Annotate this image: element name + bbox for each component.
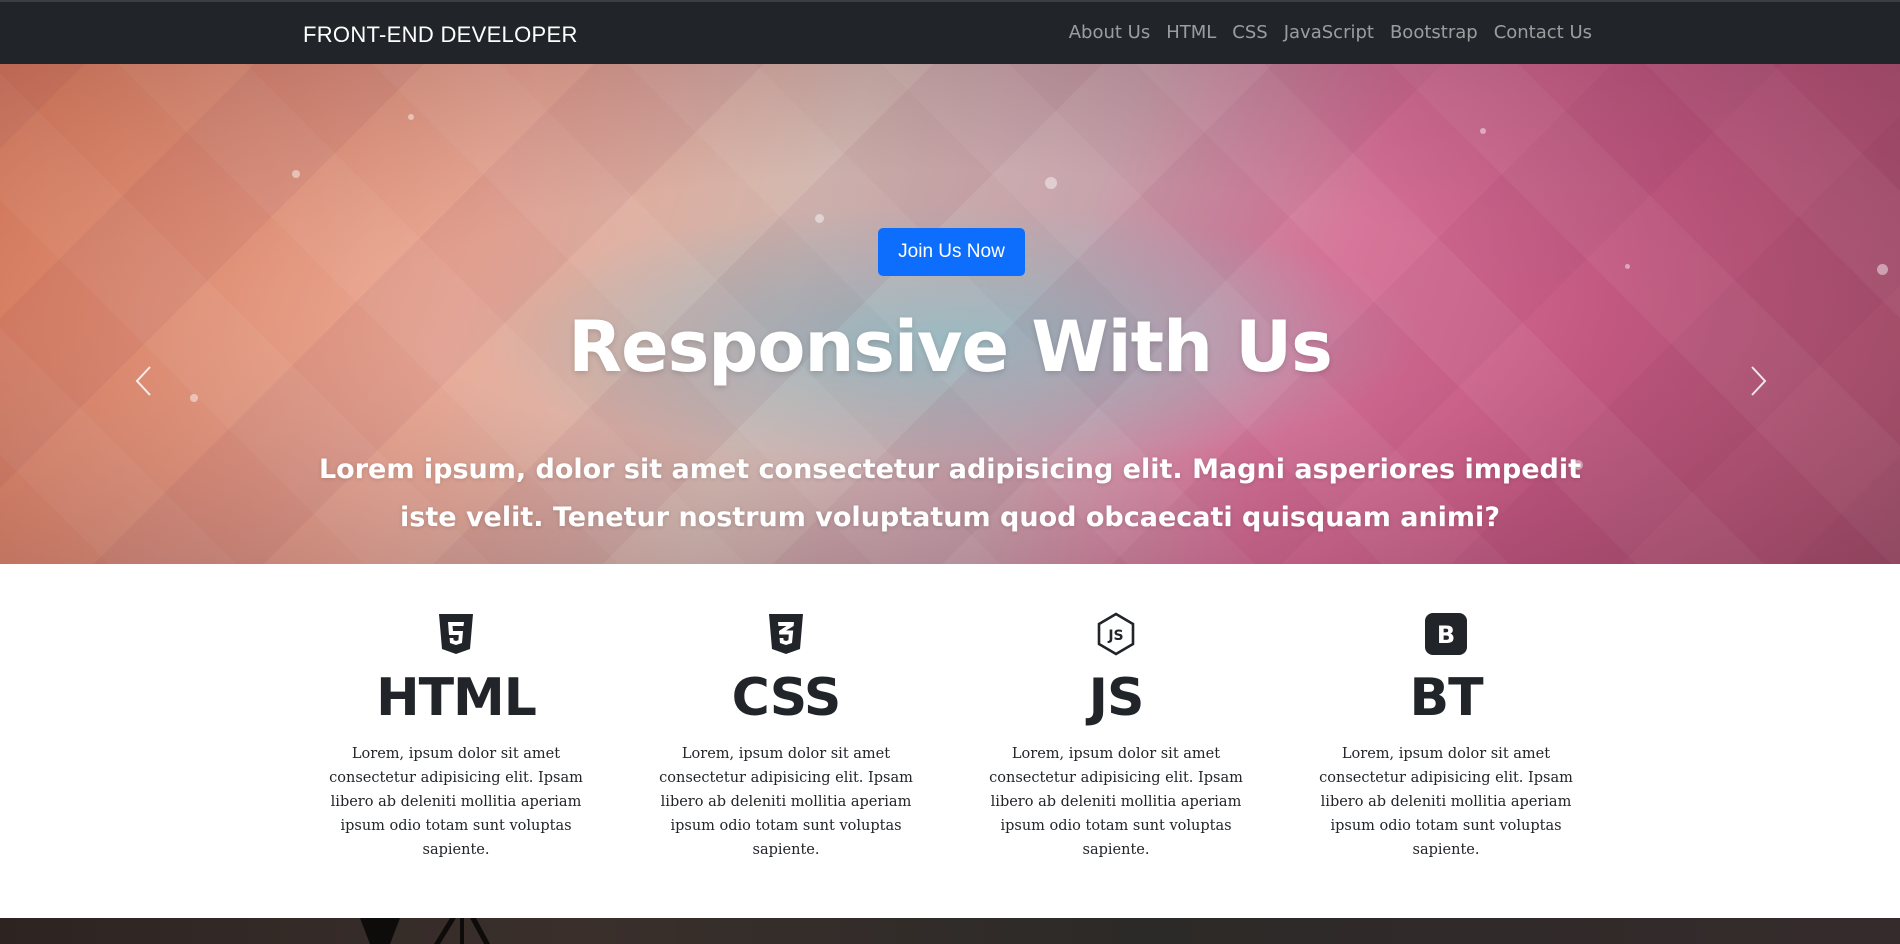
feature-description: Lorem, ipsum dolor sit amet consectetur … — [989, 746, 1243, 858]
next-section-preview — [0, 918, 1900, 944]
nodejs-icon: JS — [1094, 612, 1138, 656]
navbar-brand[interactable]: FRONT-END DEVELOPER — [303, 22, 578, 48]
feature-description: Lorem, ipsum dolor sit amet consectetur … — [329, 746, 583, 858]
bokeh-dot — [408, 114, 414, 120]
feature-title: HTML — [376, 668, 537, 728]
nav-link-html[interactable]: HTML — [1166, 22, 1216, 43]
bokeh-dot — [1625, 264, 1630, 269]
carousel-next-button[interactable] — [1746, 364, 1770, 398]
nav-link-bootstrap[interactable]: Bootstrap — [1390, 22, 1478, 43]
chevron-right-icon — [1746, 366, 1770, 402]
svg-text:JS: JS — [1107, 628, 1123, 644]
nav-link-contact-us[interactable]: Contact Us — [1494, 22, 1592, 43]
hero-description: Lorem ipsum, dolor sit amet consectetur … — [318, 454, 1582, 533]
nav-link-css[interactable]: CSS — [1232, 22, 1267, 43]
nav-link-about-us[interactable]: About Us — [1069, 22, 1151, 43]
bokeh-dot — [1877, 264, 1888, 275]
chevron-left-icon — [132, 366, 156, 402]
feature-title: BT — [1409, 668, 1483, 728]
feature-title: JS — [1088, 668, 1145, 728]
bokeh-dot — [815, 214, 824, 223]
svg-text:B: B — [1437, 621, 1455, 649]
nav-links: About Us HTML CSS JavaScript Bootstrap C… — [1069, 22, 1592, 43]
feature-title: CSS — [731, 668, 842, 728]
navbar: FRONT-END DEVELOPER About Us HTML CSS Ja… — [0, 0, 1900, 64]
bokeh-dot — [1480, 128, 1486, 134]
hero-carousel: Join Us Now Responsive With Us Lorem ips… — [0, 64, 1900, 564]
feature-bt: B BT Lorem, ipsum dolor sit amet consect… — [1301, 612, 1591, 862]
nav-link-javascript[interactable]: JavaScript — [1284, 22, 1374, 43]
bootstrap-icon: B — [1424, 612, 1468, 656]
carousel-prev-button[interactable] — [132, 364, 156, 398]
hero-title: Responsive With Us — [568, 306, 1333, 388]
join-us-button[interactable]: Join Us Now — [878, 228, 1025, 276]
bokeh-dot — [190, 394, 198, 402]
features-section: HTML Lorem, ipsum dolor sit amet consect… — [0, 564, 1900, 918]
css3-icon — [764, 612, 808, 656]
feature-js: JS JS Lorem, ipsum dolor sit amet consec… — [971, 612, 1261, 862]
tripod-silhouette — [360, 918, 490, 944]
html5-icon — [434, 612, 478, 656]
bokeh-dot — [1045, 177, 1057, 189]
feature-css: CSS Lorem, ipsum dolor sit amet consecte… — [641, 612, 931, 862]
feature-html: HTML Lorem, ipsum dolor sit amet consect… — [311, 612, 601, 862]
feature-description: Lorem, ipsum dolor sit amet consectetur … — [659, 746, 913, 858]
feature-description: Lorem, ipsum dolor sit amet consectetur … — [1319, 746, 1573, 858]
bokeh-dot — [292, 170, 300, 178]
